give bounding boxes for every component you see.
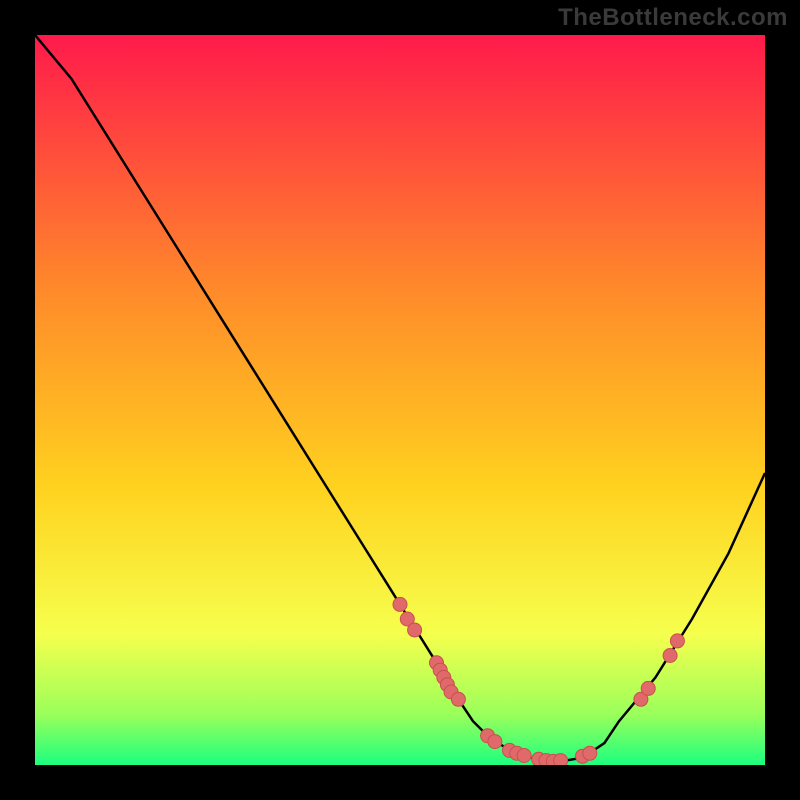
data-dot xyxy=(663,649,677,663)
data-dot xyxy=(583,746,597,760)
data-dot xyxy=(451,692,465,706)
gradient-background xyxy=(35,35,765,765)
data-dot xyxy=(408,623,422,637)
data-dot xyxy=(488,735,502,749)
data-dot xyxy=(670,634,684,648)
data-dot xyxy=(517,749,531,763)
data-dot xyxy=(641,681,655,695)
watermark-text: TheBottleneck.com xyxy=(558,4,788,32)
plot-area xyxy=(35,35,765,765)
bottleneck-chart xyxy=(35,35,765,765)
chart-frame: TheBottleneck.com xyxy=(0,0,800,800)
data-dot xyxy=(554,754,568,765)
data-dot xyxy=(393,597,407,611)
